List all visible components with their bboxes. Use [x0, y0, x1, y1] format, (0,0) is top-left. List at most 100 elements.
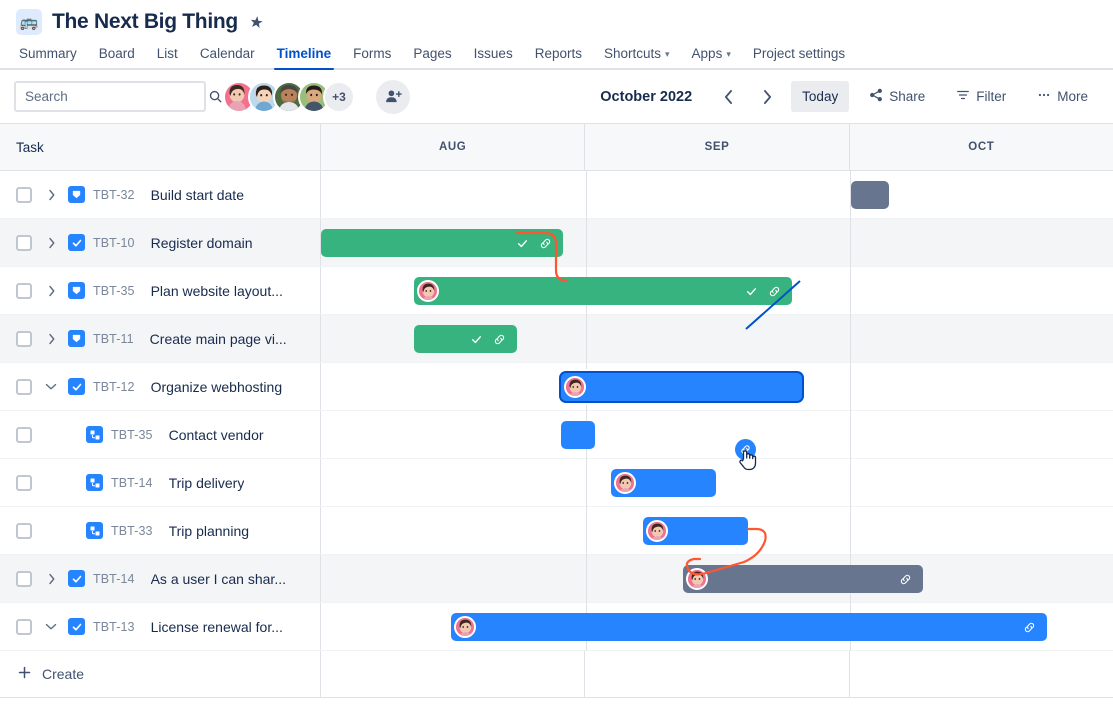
search-input-wrapper[interactable]	[14, 81, 206, 112]
timeline-bar[interactable]	[683, 565, 923, 593]
tab-apps[interactable]: Apps ▾	[681, 42, 742, 70]
timeline-bar[interactable]	[851, 181, 889, 209]
bar-link-icon[interactable]	[1023, 621, 1036, 634]
tab-pages[interactable]: Pages	[402, 42, 462, 70]
timeline-lane[interactable]	[321, 315, 1113, 362]
tab-project-settings[interactable]: Project settings	[742, 42, 856, 70]
table-row[interactable]: TBT-14 As a user I can shar...	[0, 555, 1113, 603]
issue-key[interactable]: TBT-12	[93, 380, 135, 394]
issue-summary[interactable]: Trip planning	[169, 523, 249, 539]
bar-complete-icon[interactable]	[516, 237, 529, 250]
row-select-checkbox[interactable]	[16, 427, 32, 443]
chevron-right-icon[interactable]	[38, 278, 64, 304]
timeline-lane[interactable]	[321, 267, 1113, 314]
tab-issues[interactable]: Issues	[463, 42, 524, 70]
tab-timeline[interactable]: Timeline	[266, 42, 343, 70]
issue-summary[interactable]: Trip delivery	[169, 475, 245, 491]
issue-summary[interactable]: License renewal for...	[151, 619, 283, 635]
table-row[interactable]: TBT-33 Trip planning	[0, 507, 1113, 555]
issue-summary[interactable]: Register domain	[151, 235, 253, 251]
table-row[interactable]: TBT-12 Organize webhosting	[0, 363, 1113, 411]
timeline-lane[interactable]	[321, 555, 1113, 602]
row-select-checkbox[interactable]	[16, 379, 32, 395]
create-row[interactable]: Create	[0, 651, 1113, 698]
timeline-bar[interactable]	[643, 517, 748, 545]
next-period-button[interactable]	[752, 82, 782, 112]
issue-key[interactable]: TBT-11	[93, 332, 134, 346]
tab-shortcuts[interactable]: Shortcuts ▾	[593, 42, 681, 70]
table-row[interactable]: TBT-35 Plan website layout...	[0, 267, 1113, 315]
chevron-right-icon[interactable]	[38, 566, 64, 592]
bar-link-icon[interactable]	[493, 333, 506, 346]
row-select-checkbox[interactable]	[16, 619, 32, 635]
row-select-checkbox[interactable]	[16, 523, 32, 539]
chevron-right-icon[interactable]	[38, 326, 64, 352]
bar-complete-icon[interactable]	[745, 285, 758, 298]
issue-summary[interactable]: Contact vendor	[169, 427, 264, 443]
chevron-right-icon[interactable]	[38, 230, 64, 256]
table-row[interactable]: TBT-13 License renewal for...	[0, 603, 1113, 651]
issue-summary[interactable]: Create main page vi...	[150, 331, 287, 347]
create-issue-button[interactable]: Create	[0, 651, 321, 697]
issue-key[interactable]: TBT-14	[111, 476, 153, 490]
prev-period-button[interactable]	[713, 82, 743, 112]
table-row[interactable]: TBT-32Build start date	[0, 171, 1113, 219]
issue-summary[interactable]: Plan website layout...	[151, 283, 283, 299]
issue-key[interactable]: TBT-10	[93, 236, 135, 250]
chevron-down-icon[interactable]	[38, 614, 64, 640]
filter-button[interactable]: Filter	[945, 81, 1017, 112]
tab-calendar[interactable]: Calendar	[189, 42, 266, 70]
tab-reports[interactable]: Reports	[524, 42, 593, 70]
bar-complete-icon[interactable]	[470, 333, 483, 346]
issue-summary[interactable]: Organize webhosting	[151, 379, 283, 395]
timeline-bar[interactable]	[414, 277, 792, 305]
row-select-checkbox[interactable]	[16, 475, 32, 491]
timeline-bar[interactable]	[451, 613, 1047, 641]
row-select-checkbox[interactable]	[16, 187, 32, 203]
row-select-checkbox[interactable]	[16, 571, 32, 587]
timeline-lane[interactable]	[321, 459, 1113, 506]
star-filled-icon[interactable]	[248, 14, 265, 31]
timeline-bar[interactable]	[321, 229, 563, 257]
issue-key[interactable]: TBT-14	[93, 572, 135, 586]
chevron-right-icon[interactable]	[38, 182, 64, 208]
row-select-checkbox[interactable]	[16, 331, 32, 347]
issue-summary[interactable]: Build start date	[151, 187, 244, 203]
add-person-icon[interactable]	[376, 80, 410, 114]
more-button[interactable]: More	[1026, 81, 1099, 112]
table-row[interactable]: TBT-10 Register domain	[0, 219, 1113, 267]
issue-key[interactable]: TBT-13	[93, 620, 135, 634]
avatar-group[interactable]: +3	[223, 81, 355, 113]
timeline-lane[interactable]	[321, 507, 1113, 554]
issue-summary[interactable]: As a user I can shar...	[151, 571, 286, 587]
chevron-down-icon[interactable]	[38, 374, 64, 400]
share-button[interactable]: Share	[858, 81, 936, 112]
table-row[interactable]: TBT-11 Create main page vi...	[0, 315, 1113, 363]
timeline-bar[interactable]	[414, 325, 517, 353]
tab-forms[interactable]: Forms	[342, 42, 402, 70]
table-row[interactable]: TBT-35 Contact vendor	[0, 411, 1113, 459]
tab-board[interactable]: Board	[88, 42, 146, 70]
tab-summary[interactable]: Summary	[8, 42, 88, 70]
issue-key[interactable]: TBT-35	[93, 284, 135, 298]
search-input[interactable]	[25, 89, 202, 104]
row-select-checkbox[interactable]	[16, 283, 32, 299]
timeline-lane[interactable]	[321, 219, 1113, 266]
timeline-lane[interactable]	[321, 363, 1113, 410]
issue-key[interactable]: TBT-33	[111, 524, 153, 538]
today-button[interactable]: Today	[791, 81, 849, 112]
timeline-bar[interactable]	[611, 469, 716, 497]
bar-link-icon[interactable]	[768, 285, 781, 298]
avatar-overflow-count[interactable]: +3	[323, 81, 355, 113]
timeline-lane[interactable]	[321, 603, 1113, 650]
issue-key[interactable]: TBT-35	[111, 428, 153, 442]
bar-link-icon[interactable]	[539, 237, 552, 250]
timeline-lane[interactable]	[321, 171, 1113, 218]
table-row[interactable]: TBT-14 Trip delivery	[0, 459, 1113, 507]
row-select-checkbox[interactable]	[16, 235, 32, 251]
timeline-lane[interactable]	[321, 411, 1113, 458]
tab-list[interactable]: List	[146, 42, 189, 70]
bar-link-icon[interactable]	[899, 573, 912, 586]
timeline-bar[interactable]	[561, 373, 802, 401]
timeline-bar[interactable]	[561, 421, 595, 449]
